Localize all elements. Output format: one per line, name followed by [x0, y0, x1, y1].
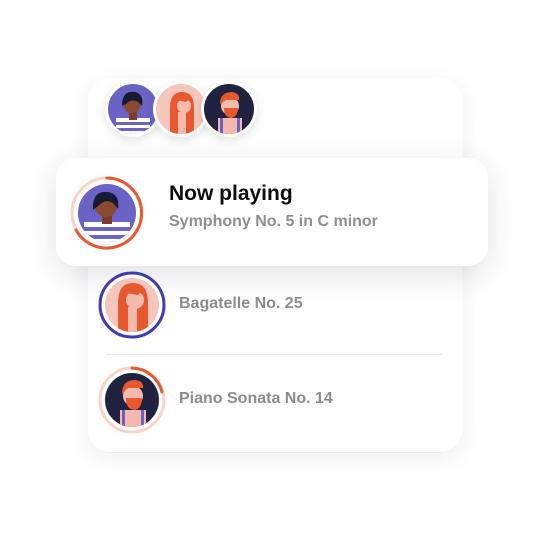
- track-title: Piano Sonata No. 14: [179, 390, 333, 407]
- divider: [106, 452, 442, 453]
- woman-redhead-icon: [156, 84, 206, 134]
- divider: [106, 354, 442, 355]
- avatar-man-beard[interactable]: [201, 81, 257, 137]
- track-avatar: [98, 271, 166, 339]
- man-beard-icon: [204, 84, 254, 134]
- man-glasses-icon: [108, 84, 158, 134]
- track-item-bagatelle[interactable]: Bagatelle No. 25: [98, 271, 442, 341]
- track-item-piano-sonata[interactable]: Piano Sonata No. 14: [98, 366, 442, 436]
- track-avatar: [98, 366, 166, 434]
- divider: [106, 266, 442, 267]
- now-playing-track: Symphony No. 5 in C minor: [169, 213, 378, 230]
- now-playing-card[interactable]: Now playing Symphony No. 5 in C minor: [56, 158, 488, 266]
- now-playing-heading: Now playing: [169, 182, 293, 205]
- track-title: Bagatelle No. 25: [179, 295, 303, 312]
- now-playing-avatar: [70, 176, 144, 250]
